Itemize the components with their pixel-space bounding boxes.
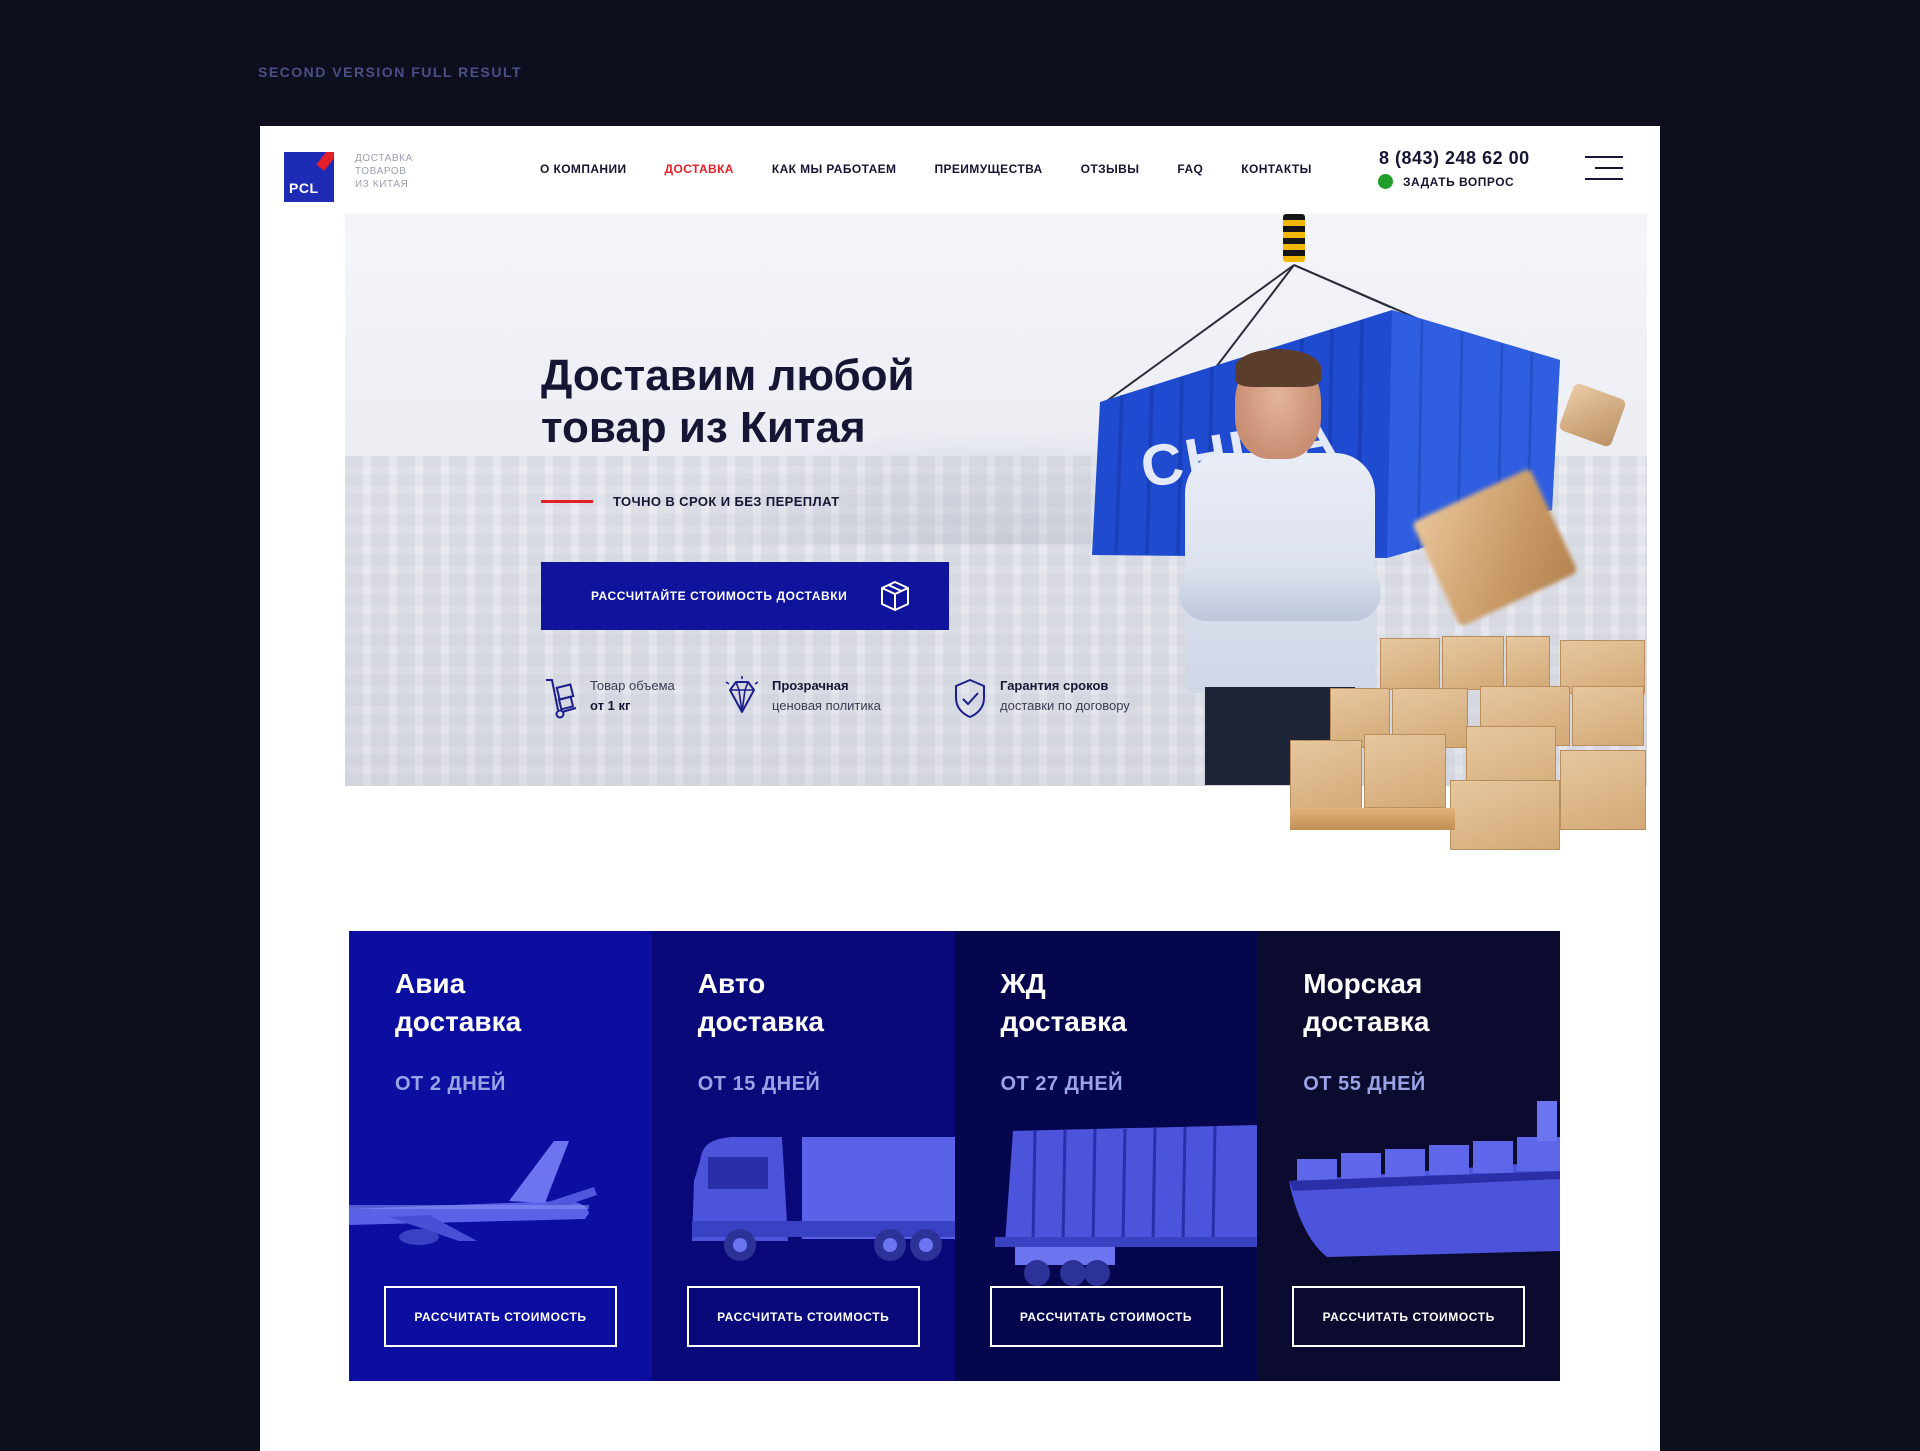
calculate-cost-button-auto[interactable]: РАССЧИТАТЬ СТОИМОСТЬ [686, 1286, 920, 1347]
calculate-cost-button-air[interactable]: РАССЧИТАТЬ СТОИМОСТЬ [384, 1286, 617, 1347]
boxes-stack [1290, 630, 1650, 860]
nav-item-delivery[interactable]: ДОСТАВКА [665, 162, 734, 176]
calculate-delivery-label: РАССЧИТАЙТЕ СТОИМОСТЬ ДОСТАВКИ [591, 589, 848, 603]
feature-line-bold: Прозрачная [772, 678, 849, 693]
subtitle-accent-line [541, 500, 593, 503]
logo-tagline: ДОСТАВКА ТОВАРОВ ИЗ КИТАЯ [355, 152, 445, 191]
feature-text: Прозрачная ценовая политика [772, 676, 881, 720]
feature-delivery-guarantee: Гарантия сроков доставки по договору [950, 676, 1130, 720]
nav-item-how-we-work[interactable]: КАК МЫ РАБОТАЕМ [772, 162, 897, 176]
tagline-line: ИЗ КИТАЯ [355, 179, 409, 190]
airplane-icon [349, 1141, 597, 1245]
delivery-card-rail: ЖД доставка ОТ 27 ДНЕЙ РАССЧИТАТЬ СТОИМО… [954, 931, 1258, 1381]
card-days: ОТ 27 ДНЕЙ [1000, 1073, 1124, 1095]
logo[interactable]: PCL [284, 152, 334, 202]
calculate-cost-button-sea[interactable]: РАССЧИТАТЬ СТОИМОСТЬ [1292, 1286, 1526, 1347]
feature-transparent-pricing: Прозрачная ценовая политика [722, 676, 881, 720]
card-title: Авиа доставка [395, 968, 522, 1037]
ask-question-label: ЗАДАТЬ ВОПРОС [1403, 174, 1515, 189]
feature-text: Товар объема от 1 кг [590, 676, 675, 720]
feature-line: ценовая политика [772, 698, 881, 713]
delivery-card-auto: Авто доставка ОТ 15 ДНЕЙ РАССЧИТАТЬ СТОИ… [651, 931, 955, 1381]
truck-icon [691, 1137, 955, 1261]
calculate-cost-button-rail[interactable]: РАССЧИТАТЬ СТОИМОСТЬ [989, 1286, 1223, 1347]
ship-icon [1289, 1101, 1560, 1257]
card-days: ОТ 15 ДНЕЙ [697, 1073, 821, 1095]
hero-title-line: товар из Китая [541, 403, 866, 452]
nav-item-advantages[interactable]: ПРЕИМУЩЕСТВА [934, 162, 1042, 176]
card-days: ОТ 2 ДНЕЙ [395, 1073, 506, 1095]
feature-line: Товар объема [590, 678, 675, 693]
site-header: PCL ДОСТАВКА ТОВАРОВ ИЗ КИТАЯ О КОМПАНИИ… [260, 126, 1660, 214]
nav-item-faq[interactable]: FAQ [1177, 162, 1203, 176]
feature-line-bold: от 1 кг [590, 698, 631, 713]
logo-text: PCL [289, 180, 319, 196]
delivery-card-air: Авиа доставка ОТ 2 ДНЕЙ РАССЧИТАТЬ СТОИМ… [349, 931, 652, 1381]
hamburger-menu-icon[interactable] [1585, 156, 1623, 182]
page-caption: SECOND VERSION FULL RESULT [258, 64, 523, 80]
feature-line: доставки по договору [1000, 698, 1130, 713]
feature-line-bold: Гарантия сроков [1000, 678, 1109, 693]
card-title: Морская доставка [1303, 968, 1430, 1037]
feature-min-weight: Товар объема от 1 кг [540, 676, 675, 720]
calculate-delivery-button[interactable]: РАССЧИТАЙТЕ СТОИМОСТЬ ДОСТАВКИ [541, 562, 949, 630]
main-nav: О КОМПАНИИ ДОСТАВКА КАК МЫ РАБОТАЕМ ПРЕИ… [540, 162, 1350, 176]
train-icon [994, 1125, 1258, 1286]
hero-title-line: Доставим любой [541, 351, 915, 400]
package-icon [881, 581, 909, 611]
feature-text: Гарантия сроков доставки по договору [1000, 676, 1130, 720]
shield-check-icon [955, 679, 985, 718]
hero-title: Доставим любой товар из Китая [541, 350, 915, 454]
phone-number[interactable]: 8 (843) 248 62 00 [1379, 148, 1530, 169]
nav-item-reviews[interactable]: ОТЗЫВЫ [1081, 162, 1140, 176]
ask-question-link[interactable]: ЗАДАТЬ ВОПРОС [1378, 174, 1514, 189]
nav-item-contacts[interactable]: КОНТАКТЫ [1241, 162, 1311, 176]
tagline-line: ДОСТАВКА [355, 153, 413, 164]
delivery-card-sea: Морская доставка ОТ 55 ДНЕЙ РАССЧИТАТЬ С… [1257, 931, 1560, 1381]
online-status-icon [1378, 174, 1393, 189]
diamond-icon [725, 676, 759, 713]
hero-subtitle: ТОЧНО В СРОК И БЕЗ ПЕРЕПЛАТ [613, 494, 840, 509]
nav-item-about[interactable]: О КОМПАНИИ [540, 162, 627, 176]
tagline-line: ТОВАРОВ [355, 166, 407, 177]
card-title: ЖД доставка [1000, 968, 1127, 1037]
card-days: ОТ 55 ДНЕЙ [1303, 1073, 1426, 1095]
logo-stripe [316, 152, 334, 171]
hand-truck-icon [546, 679, 577, 719]
card-title: Авто доставка [697, 968, 824, 1037]
delivery-options: Авиа доставка ОТ 2 ДНЕЙ РАССЧИТАТЬ СТОИМ… [349, 931, 1560, 1381]
